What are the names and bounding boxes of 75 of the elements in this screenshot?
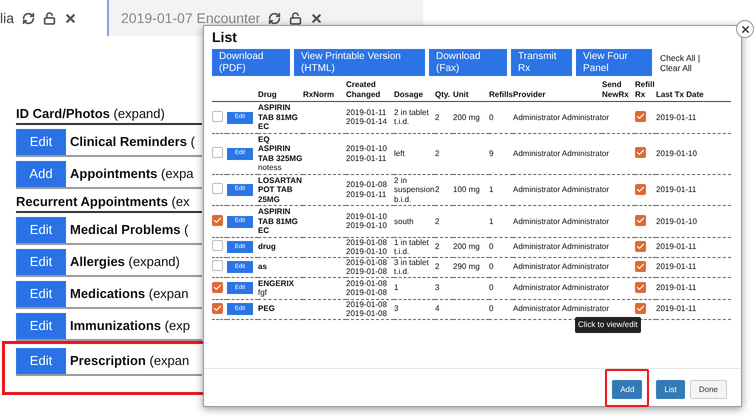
created-date: 2019-01-10 bbox=[346, 212, 388, 222]
table-cell: 2 bbox=[435, 148, 440, 158]
column-header: Refills bbox=[489, 90, 514, 98]
table-cell: 2 bbox=[435, 185, 440, 194]
table-cell: 2019-01-11 bbox=[656, 112, 696, 122]
column-header: Last Tx Date bbox=[656, 90, 704, 98]
created-date: 2019-01-08 bbox=[346, 238, 388, 247]
table-cell: 4 bbox=[435, 304, 440, 314]
column-header: RxNorm bbox=[303, 90, 334, 98]
table-cell: 0 bbox=[489, 283, 494, 292]
changed-date: 2019-01-08 bbox=[346, 309, 388, 318]
column-header: Unit bbox=[453, 90, 469, 98]
table-cell: Administrator Administrator bbox=[513, 242, 610, 252]
table-cell: 3 bbox=[435, 283, 440, 292]
table-cell: 0 bbox=[489, 304, 494, 314]
column-header: Provider bbox=[513, 90, 546, 98]
table-cell: Administrator Administrator bbox=[513, 262, 610, 272]
table-cell: 2019-01-10 bbox=[656, 216, 697, 226]
table-cell: 0 bbox=[489, 262, 494, 272]
changed-date: 2019-01-14 bbox=[346, 117, 388, 127]
table-cell: 2 in suspension b.i.d. bbox=[394, 176, 434, 204]
table-cell: Administrator Administrator bbox=[513, 283, 610, 292]
changed-date: 2019-01-11 bbox=[346, 190, 388, 200]
table-cell: 0 bbox=[489, 242, 494, 252]
column-header: Dosage bbox=[394, 90, 423, 98]
column-header: Created Changed bbox=[346, 80, 380, 98]
drug-note: notess bbox=[258, 163, 283, 172]
table-cell: 290 mg bbox=[453, 262, 480, 272]
table-cell: 0 bbox=[489, 112, 494, 122]
changed-date: 2019-01-10 bbox=[346, 247, 388, 256]
table-cell: 2 bbox=[435, 216, 440, 226]
column-header: Send NewRx bbox=[602, 80, 629, 98]
table-cell: 2019-01-11 bbox=[656, 185, 696, 194]
table-cell: 2 bbox=[435, 242, 440, 252]
table-cell: 1 in tablet t.i.d. bbox=[394, 238, 429, 256]
table-cell: 2019-01-11 bbox=[656, 242, 696, 252]
table-cell: 2019-01-11 bbox=[656, 304, 696, 314]
table-cell: 2 bbox=[435, 112, 440, 122]
table-cell: Administrator Administrator bbox=[513, 216, 610, 226]
drug-note: fgf bbox=[258, 288, 268, 298]
table-cell: Administrator Administrator bbox=[513, 185, 610, 194]
table-cell: 1 bbox=[489, 216, 494, 226]
table-cell: left bbox=[394, 148, 405, 158]
table-cell: 1 bbox=[489, 185, 494, 194]
table-cell: Administrator Administrator bbox=[513, 304, 610, 314]
table-cell: 200 mg bbox=[453, 112, 480, 122]
table-cell: 3 in tablet t.i.d. bbox=[394, 258, 429, 276]
table-cell: Administrator Administrator bbox=[513, 148, 610, 158]
created-date: 2019-01-08 bbox=[346, 300, 388, 309]
created-date: 2019-01-08 bbox=[346, 258, 388, 267]
table-cell: 200 mg bbox=[453, 242, 480, 252]
created-date: 2019-01-08 bbox=[346, 278, 388, 288]
link-separator: | bbox=[698, 53, 700, 63]
table-cell: 2 bbox=[435, 262, 440, 272]
table-cell: 2019-01-10 bbox=[656, 148, 697, 158]
table-cell: south bbox=[394, 216, 414, 226]
table-cell: 2019-01-11 bbox=[656, 262, 696, 272]
table-cell: 9 bbox=[489, 148, 494, 158]
changed-date: 2019-01-08 bbox=[346, 267, 388, 276]
changed-date: 2019-01-08 bbox=[346, 288, 388, 298]
table-cell: 1 bbox=[394, 283, 398, 292]
column-header: Drug bbox=[258, 90, 277, 98]
table-cell: 2 in tablet t.i.d. bbox=[394, 108, 429, 126]
changed-date: 2019-01-11 bbox=[346, 154, 388, 163]
column-header: Qty. bbox=[435, 90, 450, 98]
table-cell: 100 mg bbox=[453, 185, 480, 194]
created-date: 2019-01-10 bbox=[346, 144, 388, 154]
created-date: 2019-01-11 bbox=[346, 108, 388, 118]
changed-date: 2019-01-10 bbox=[346, 221, 388, 231]
table-cell: Administrator Administrator bbox=[513, 112, 610, 122]
created-date: 2019-01-08 bbox=[346, 180, 388, 190]
column-header: Refill Rx bbox=[635, 80, 655, 98]
table-cell: 2019-01-11 bbox=[656, 283, 696, 292]
tooltip: Click to view/edit bbox=[575, 317, 641, 333]
table-cell: 3 bbox=[394, 304, 398, 314]
